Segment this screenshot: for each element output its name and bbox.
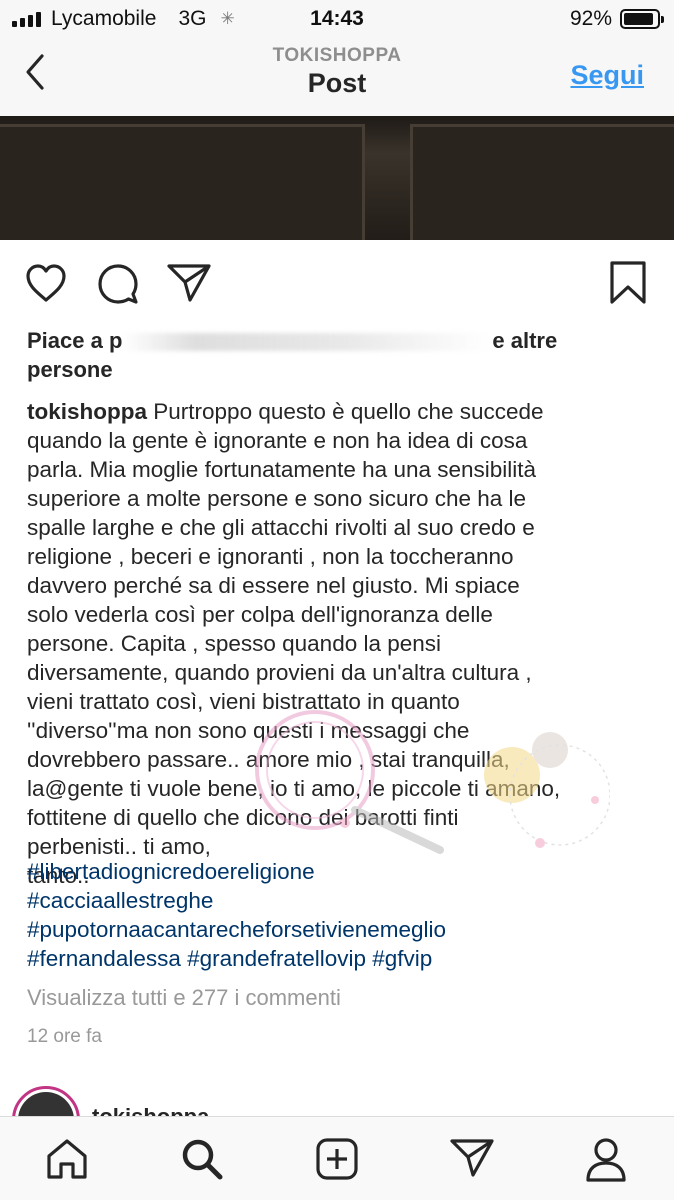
likes-summary[interactable]: Piace a p e altre persone — [27, 326, 647, 384]
send-icon[interactable] — [449, 1137, 495, 1179]
caption-author[interactable]: tokishoppa — [27, 399, 147, 424]
add-post-icon[interactable] — [315, 1137, 359, 1181]
send-icon[interactable] — [166, 262, 212, 304]
caption-hashtags[interactable]: #libertadiognicredoereligione #cacciaall… — [27, 857, 652, 973]
redacted-names — [122, 333, 493, 352]
post-actions — [0, 240, 674, 326]
likes-suffix: e altre — [492, 328, 558, 353]
post-caption: tokishoppa Purtroppo questo è quello che… — [27, 397, 652, 890]
search-icon[interactable] — [180, 1137, 224, 1181]
likes-line2: persone — [27, 357, 113, 382]
profile-icon[interactable] — [584, 1137, 628, 1183]
heart-icon[interactable] — [24, 262, 68, 304]
nav-header: TOKISHOPPA Post Segui — [0, 38, 674, 116]
post-image[interactable] — [0, 116, 674, 240]
tab-bar — [0, 1116, 674, 1200]
caption-text: Purtroppo questo è quello che succede qu… — [27, 399, 561, 888]
bookmark-icon[interactable] — [608, 260, 648, 306]
status-bar: Lycamobile 3G ✳ 14:43 92% — [0, 0, 674, 38]
battery-percent: 92% — [569, 7, 612, 30]
follow-button[interactable]: Segui — [570, 60, 644, 91]
home-icon[interactable] — [45, 1137, 89, 1181]
likes-prefix: Piace a p — [27, 328, 123, 353]
view-comments-link[interactable]: Visualizza tutti e 277 i commenti — [27, 985, 341, 1011]
comment-icon[interactable] — [96, 262, 140, 306]
post-timestamp: 12 ore fa — [27, 1026, 102, 1047]
battery-icon — [620, 9, 664, 29]
